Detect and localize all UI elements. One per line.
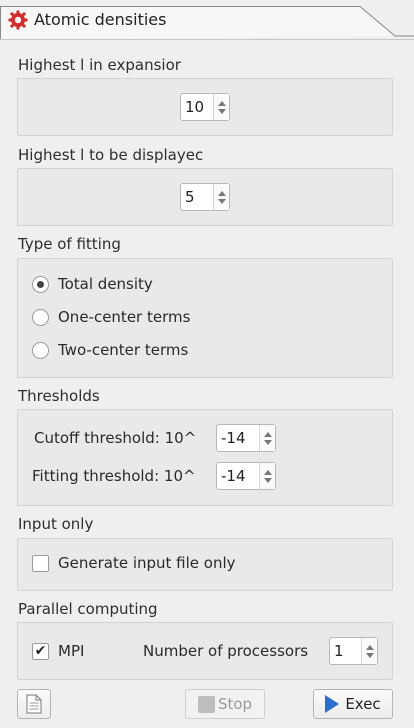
- spinbox-arrows[interactable]: [361, 638, 377, 664]
- expansion-group: 10: [17, 78, 393, 136]
- spinbox-value: -14: [221, 429, 246, 447]
- spinbox-value: 1: [334, 642, 344, 660]
- arrow-up-icon[interactable]: [217, 190, 226, 196]
- radio-button[interactable]: [32, 341, 49, 359]
- document-icon: [26, 694, 42, 714]
- input-only-label: Input only: [18, 515, 94, 533]
- cutoff-threshold-label: Cutoff threshold: 10^: [34, 429, 197, 447]
- radio-label: One-center terms: [58, 308, 191, 326]
- spinbox-value: 5: [185, 188, 195, 206]
- spinbox-value: -14: [221, 467, 246, 485]
- fitting-label: Type of fitting: [18, 235, 121, 253]
- stop-label: Stop: [217, 695, 253, 713]
- thresholds-label: Thresholds: [18, 387, 100, 405]
- arrow-down-icon[interactable]: [217, 198, 226, 204]
- cutoff-threshold-spinbox[interactable]: -14: [216, 424, 276, 452]
- play-icon: [325, 695, 340, 713]
- spinbox-arrows[interactable]: [213, 94, 229, 120]
- radio-button[interactable]: [32, 275, 49, 293]
- arrow-up-icon[interactable]: [365, 644, 374, 650]
- fitting-threshold-spinbox[interactable]: -14: [216, 462, 276, 490]
- spinbox-value: 10: [185, 98, 205, 116]
- arrow-down-icon[interactable]: [217, 108, 226, 114]
- generate-input-label: Generate input file only: [58, 554, 236, 572]
- fitting-threshold-label: Fitting threshold: 10^: [32, 467, 196, 485]
- panel-tab[interactable]: Atomic densities: [0, 0, 414, 40]
- radio-button[interactable]: [32, 308, 49, 326]
- radio-total-density[interactable]: Total density: [32, 275, 153, 293]
- arrow-down-icon[interactable]: [263, 439, 272, 445]
- spinbox-arrows[interactable]: [259, 463, 275, 489]
- radio-one-center[interactable]: One-center terms: [32, 308, 190, 326]
- arrow-up-icon[interactable]: [263, 469, 272, 475]
- radio-two-center[interactable]: Two-center terms: [32, 341, 188, 359]
- mpi-checkbox-row[interactable]: ✔ MPI: [32, 642, 84, 660]
- arrow-down-icon[interactable]: [365, 652, 374, 658]
- displayed-label: Highest l to be displayec: [18, 146, 204, 164]
- expansion-spinbox[interactable]: 10: [180, 93, 230, 121]
- arrow-down-icon[interactable]: [263, 477, 272, 483]
- processors-spinbox[interactable]: 1: [329, 637, 378, 665]
- mpi-label: MPI: [58, 642, 85, 660]
- displayed-group: 5: [17, 168, 393, 226]
- exec-button[interactable]: Exec: [313, 689, 393, 719]
- exec-label: Exec: [345, 695, 381, 713]
- arrow-up-icon[interactable]: [263, 431, 272, 437]
- spinbox-arrows[interactable]: [213, 184, 229, 210]
- arrow-up-icon[interactable]: [217, 100, 226, 106]
- displayed-spinbox[interactable]: 5: [180, 183, 230, 211]
- generate-input-checkbox-row[interactable]: Generate input file only: [32, 554, 236, 572]
- parallel-label: Parallel computing: [18, 600, 158, 618]
- stop-button[interactable]: Stop: [185, 689, 265, 719]
- radio-label: Total density: [58, 275, 153, 293]
- radio-label: Two-center terms: [58, 341, 189, 359]
- mpi-checkbox[interactable]: ✔: [32, 642, 49, 660]
- generate-input-checkbox[interactable]: [32, 554, 49, 572]
- gear-icon: [8, 10, 28, 30]
- tab-title: Atomic densities: [34, 10, 167, 29]
- processors-label: Number of processors: [143, 642, 309, 660]
- spinbox-arrows[interactable]: [259, 425, 275, 451]
- thresholds-group: [17, 409, 393, 506]
- stop-icon: [197, 695, 215, 713]
- file-button[interactable]: [17, 689, 51, 719]
- expansion-label: Highest l in expansior: [18, 56, 181, 74]
